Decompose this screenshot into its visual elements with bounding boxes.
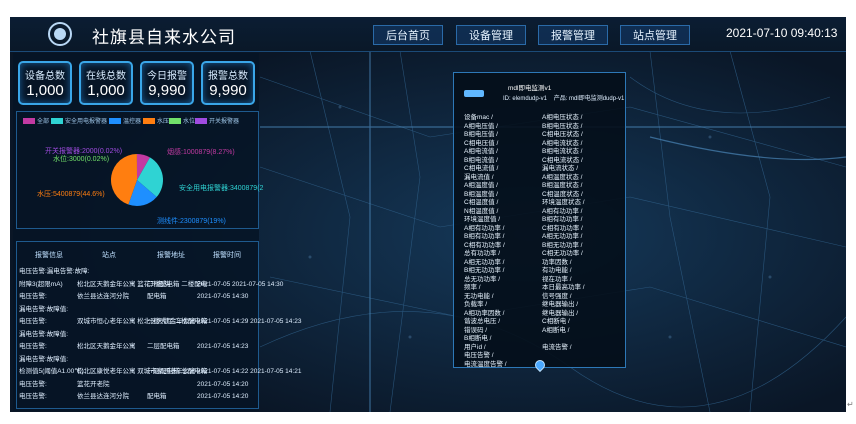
table-header: 报警信息: [35, 252, 63, 259]
table-header: 报警地址: [157, 252, 185, 259]
stat-value: 1,000: [26, 82, 64, 99]
table-row[interactable]: 电压告警: 松北区天鹅金年公寓 二层配电箱 2021-07-05 14:23: [17, 341, 258, 353]
property-right: 电流告警 /: [542, 343, 572, 351]
table-cell: 依兰县达连河分院: [77, 393, 129, 400]
table-row[interactable]: 附障3(超限mA) 松北区天鹅金年公寓 篮花开老院 二楼配电箱 二楼配电 2021-0…: [17, 279, 283, 291]
table-cell: 电压告警:: [19, 293, 47, 300]
table-cell: 漏电告警:故障值:: [19, 330, 69, 338]
table-cell: 松北区天鹅金年公寓: [77, 343, 136, 350]
table-cell: 检测值5(阈值A1.00℃): [19, 368, 84, 375]
top-header: 社旗县自来水公司 后台首页 设备管理 报警管理 站点管理 2021-07-10 …: [10, 17, 846, 52]
stat-device-total: 设备总数 1,000: [18, 61, 72, 105]
table-header: 站点: [102, 252, 116, 259]
table-row[interactable]: 检测值5(阈值A1.00℃) 松北区康悦老年公寓 双城市家园老年公寓 一层配电箱 总…: [17, 366, 301, 378]
datetime: 2021-07-10 09:40:13: [726, 26, 838, 40]
pie-label: 测线件:2300879(19%): [157, 218, 226, 225]
stat-label: 今日报警: [147, 71, 187, 82]
table-cell: 2021-07-05 14:29 2021-07-05 14:23: [197, 318, 302, 325]
table-cell: 2021-07-05 14:30: [197, 293, 249, 300]
pie-svg: [110, 154, 163, 206]
corner-mark: ↵: [847, 400, 854, 409]
table-row[interactable]: 电压告警: 依兰县达连河分院 配电箱 2021-07-05 14:30: [17, 291, 258, 303]
stat-value: 9,990: [209, 82, 247, 99]
table-cell: 配电箱: [147, 393, 167, 400]
stat-alarm-total: 报警总数 9,990: [201, 61, 255, 105]
table-cell: 电压告警:: [19, 343, 47, 350]
stat-online-total: 在线总数 1,000: [79, 61, 133, 105]
table-cell: 2021-07-05 14:20: [197, 393, 249, 400]
table-cell: 2021-07-05 2021-07-05 14:30: [197, 280, 284, 288]
table-cell: 漏电告警:故障值:: [19, 355, 69, 363]
alarm-pie-chart: 全部 安全用电报警器 温控器 水压 水位 开关报警器 开关报警器:2000(0.…: [16, 111, 263, 229]
table-cell: 配电箱: [147, 293, 167, 300]
table-row[interactable]: 漏电告警:故障值:: [17, 329, 258, 341]
table-cell: 电压告警:: [19, 318, 47, 325]
table-row[interactable]: 漏电告警:故障值:: [17, 354, 258, 366]
table-row[interactable]: 电压告警:漏电告警:故障:: [17, 266, 258, 278]
stat-value: 1,000: [87, 82, 125, 99]
nav-alarm[interactable]: 报警管理: [538, 25, 608, 45]
logo-icon: [48, 22, 72, 46]
stat-value: 9,990: [148, 82, 186, 99]
table-cell: 2021-07-05 14:22 2021-07-05 14:21: [197, 368, 302, 375]
property-left: 电流温度告警 /: [464, 360, 507, 368]
table-cell: 漏电告警:故障值:: [19, 305, 69, 313]
table-row[interactable]: 电压告警: 双城市恒心老年公寓 松北区天鹅金年公寓 一楼大厅 二楼配电箱 2021-0…: [17, 316, 301, 328]
nav-device[interactable]: 设备管理: [456, 25, 526, 45]
table-row[interactable]: 漏电告警:故障值:: [17, 304, 258, 316]
device-product: 产品: mdl即电监测dudp-v1: [553, 96, 625, 102]
pie-label: 安全用电报警器:3400879(2: [179, 185, 264, 192]
property-right: A相断电 /: [542, 326, 570, 334]
stat-label: 在线总数: [86, 71, 126, 82]
table-cell: 电压告警:漏电告警:故障:: [19, 268, 90, 275]
app-title: 社旗县自来水公司: [92, 28, 236, 47]
device-name: mdl即电监测v1: [508, 85, 552, 92]
table-row[interactable]: 电压告警: 篮花开老院 2021-07-05 14:20: [17, 379, 258, 391]
left-panel: 设备总数 1,000 在线总数 1,000 今日报警 9,990 报警总数 9,…: [13, 53, 301, 411]
table-cell: 2021-07-05 14:20: [197, 380, 249, 388]
table-header: 报警时间: [213, 252, 241, 259]
table-cell: 2021-07-05 14:23: [197, 343, 249, 350]
table-cell: 依兰县达连河分院: [77, 293, 129, 300]
device-id: ID: elemdudp-v1: [503, 96, 548, 102]
stat-label: 报警总数: [208, 71, 248, 82]
table-cell: 附障3(超限mA): [19, 280, 63, 288]
table-row[interactable]: 电压告警: 依兰县达连河分院 配电箱 2021-07-05 14:20: [17, 391, 258, 403]
table-cell: 电压告警:: [19, 393, 47, 400]
table-cell: 篮花开老院: [77, 380, 110, 388]
device-badge: [464, 90, 484, 97]
pie-label: 水压:5400879(44.6%): [37, 191, 105, 198]
dashboard-screen: 社旗县自来水公司 后台首页 设备管理 报警管理 站点管理 2021-07-10 …: [10, 17, 846, 412]
stat-today-alarm: 今日报警 9,990: [140, 61, 194, 105]
device-popup: mdl即电监测v1 ID: elemdudp-v1 产品: mdl即电监测dud…: [453, 72, 626, 368]
pie-label: 水位:3000(0.02%): [53, 156, 110, 163]
table-cell: 二层配电箱: [147, 343, 180, 350]
nav-site[interactable]: 站点管理: [620, 25, 690, 45]
alarm-table: 报警信息 站点 报警地址 报警时间 电压告警:漏电告警:故障: 附障3(超限mA)…: [16, 241, 301, 409]
pie-label: 烟感:1000879(8.27%): [167, 149, 235, 156]
device-id-line: ID: elemdudp-v1 产品: mdl即电监测dudp-v1: [503, 93, 624, 102]
nav-home[interactable]: 后台首页: [373, 25, 443, 45]
table-cell: 电压告警:: [19, 380, 47, 388]
stat-label: 设备总数: [25, 71, 65, 82]
